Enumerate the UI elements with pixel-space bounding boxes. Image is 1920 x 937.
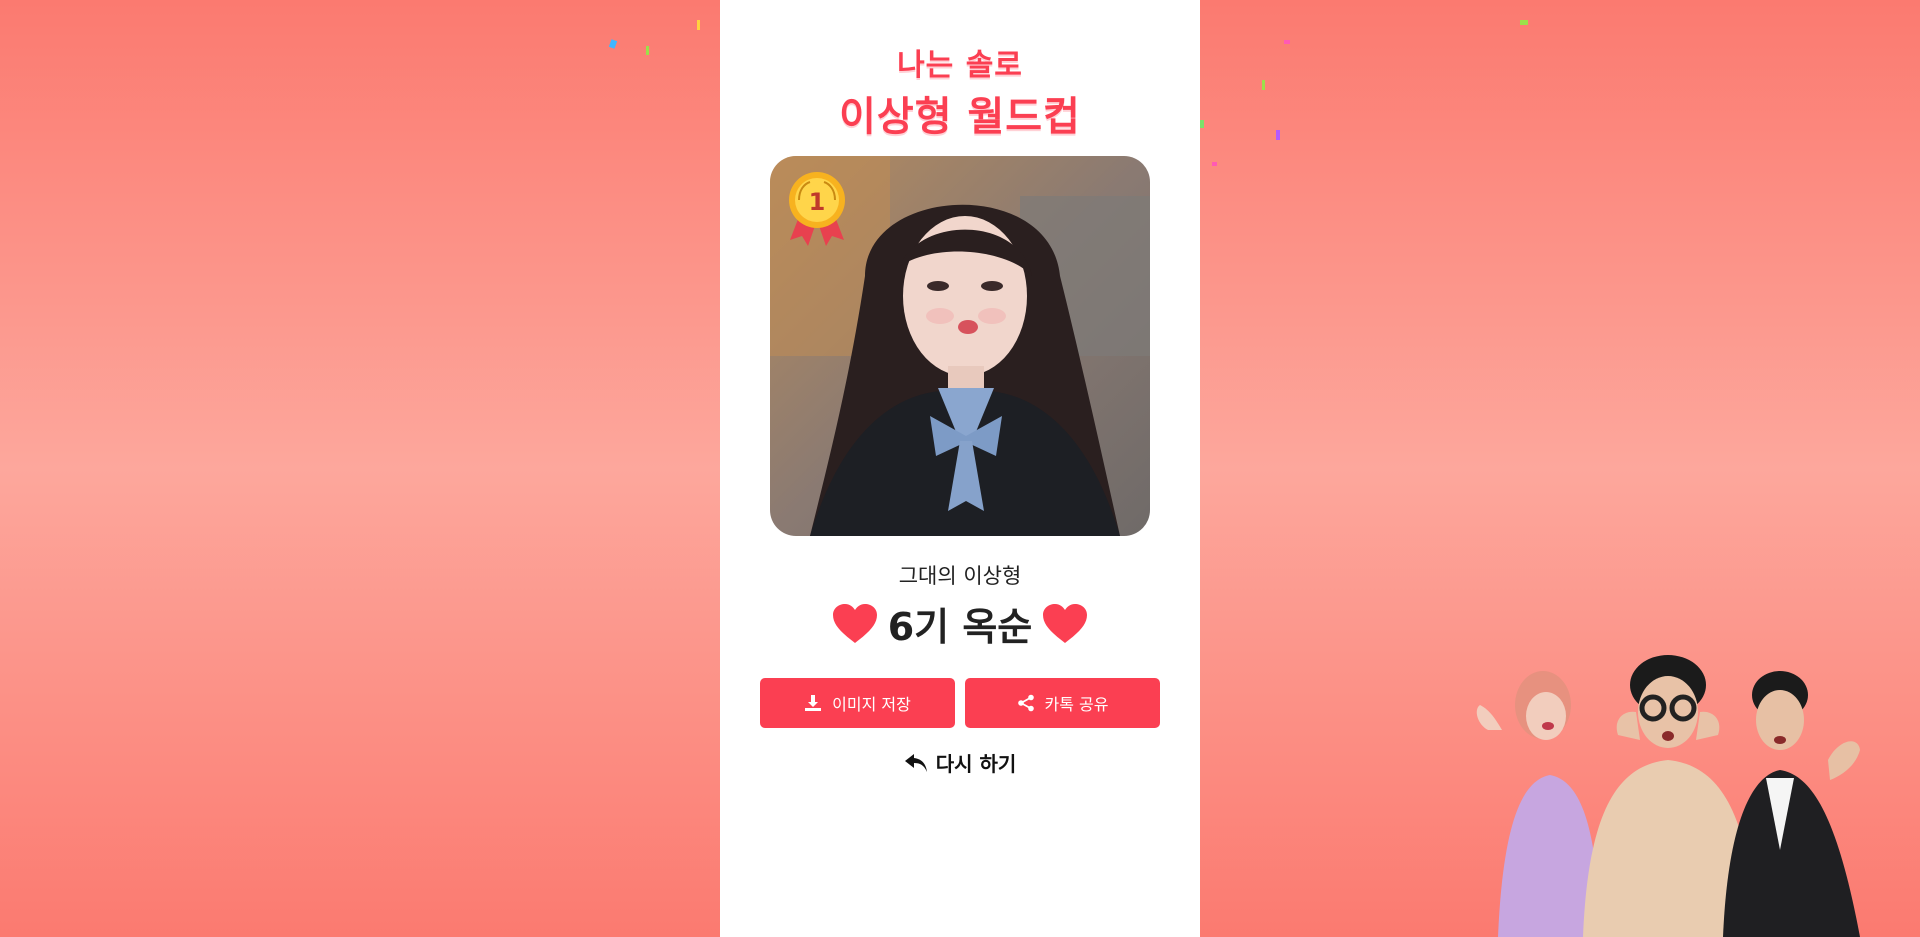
heart-icon	[1043, 603, 1088, 643]
winner-name: 6기 옥순	[887, 605, 1033, 649]
gold-medal-icon: 1	[789, 172, 845, 246]
heart-icon	[832, 603, 877, 643]
save-image-label: 이미지 저장	[832, 695, 911, 714]
kakao-share-button[interactable]: 카톡 공유	[965, 678, 1160, 728]
kakao-share-label: 카톡 공유	[1044, 695, 1109, 714]
share-icon	[1017, 694, 1034, 712]
reply-arrow-icon	[904, 753, 927, 772]
hosts-illustration	[1476, 655, 1860, 937]
result-panel: 나는 솔로 이상형 월드컵 1 그대의 이상형 6기 옥순 이미지 저장 카톡 …	[720, 0, 1200, 937]
winner-name-row: 6기 옥순	[720, 596, 1200, 651]
logo-title-top: 나는 솔로	[897, 48, 1023, 83]
download-icon	[805, 695, 822, 711]
retry-label: 다시 하기	[935, 752, 1017, 776]
save-image-button[interactable]: 이미지 저장	[760, 678, 955, 728]
result-subtitle: 그대의 이상형	[898, 564, 1022, 588]
retry-button[interactable]: 다시 하기	[720, 748, 1200, 777]
winner-caption: 그대의 이상형 6기 옥순	[720, 560, 1200, 651]
winner-photo: 1	[770, 156, 1150, 536]
logo-title-bottom: 이상형 월드컵	[839, 94, 1081, 140]
app-logo: 나는 솔로 이상형 월드컵	[720, 40, 1200, 142]
medal-rank-number: 1	[809, 188, 826, 216]
